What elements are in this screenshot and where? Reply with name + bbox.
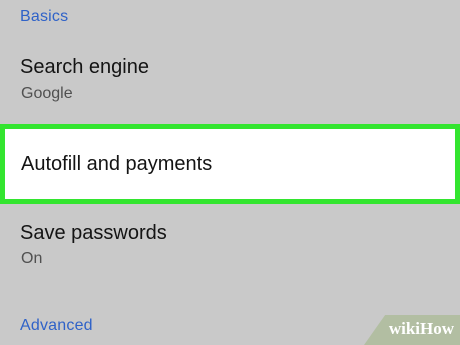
settings-item-search-engine[interactable]: Search engine Google bbox=[0, 50, 460, 112]
wikihow-logo-how: How bbox=[420, 319, 454, 338]
save-passwords-title: Save passwords bbox=[20, 222, 167, 244]
section-header-basics: Basics bbox=[20, 8, 69, 25]
wikihow-logo-wiki: wiki bbox=[388, 319, 420, 338]
save-passwords-value: On bbox=[21, 250, 43, 267]
settings-item-save-passwords[interactable]: Save passwords On bbox=[0, 212, 460, 274]
autofill-title: Autofill and payments bbox=[21, 153, 213, 175]
section-header-advanced: Advanced bbox=[20, 317, 93, 334]
wikihow-logo-text: wikiHow bbox=[389, 319, 454, 339]
search-engine-value: Google bbox=[21, 85, 73, 102]
wikihow-watermark: wikiHow bbox=[364, 315, 460, 345]
search-engine-title: Search engine bbox=[20, 56, 149, 78]
settings-item-autofill-and-payments[interactable]: Autofill and payments bbox=[0, 124, 460, 204]
